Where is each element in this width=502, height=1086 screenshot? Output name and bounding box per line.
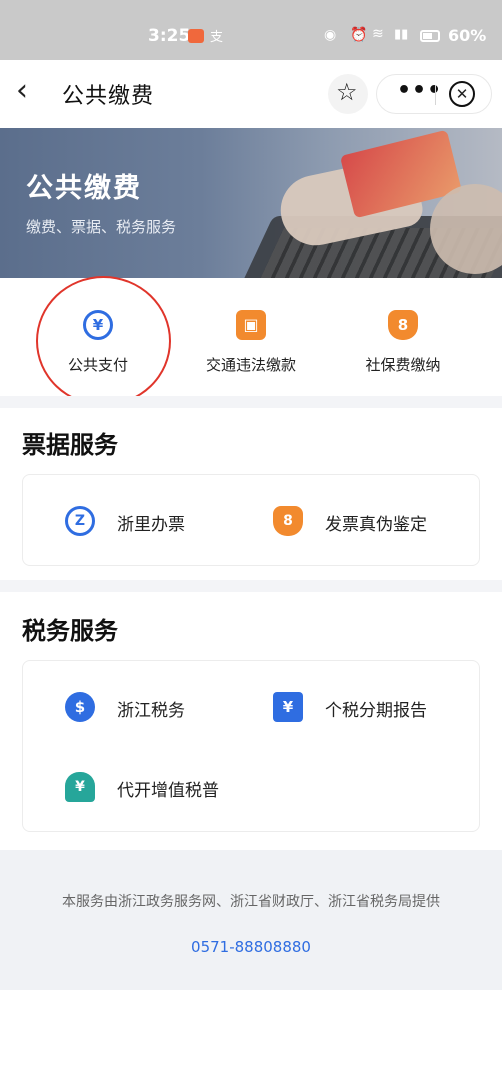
shield-person-icon: 8 — [273, 506, 303, 536]
service-label: 发票真伪鉴定 — [325, 515, 427, 535]
section-divider — [0, 396, 502, 408]
shield-person-icon: 8 — [388, 310, 418, 340]
status-time: 3:25 — [148, 26, 191, 46]
service-label: 浙江税务 — [117, 701, 185, 721]
banner-title: 公共缴费 — [26, 173, 142, 204]
footer: 本服务由浙江政务服务网、浙江省财政厅、浙江省税务局提供 0571-8880888… — [0, 850, 502, 990]
quick-action-social-insurance[interactable]: 8 社保费缴纳 — [323, 278, 483, 396]
car-icon: ▣ — [236, 310, 266, 340]
footer-phone-link[interactable]: 0571-88808880 — [0, 938, 502, 956]
tax-services-card: $ 浙江税务 ¥ 个税分期报告 ¥ 代开增值税普 — [22, 660, 480, 832]
banner: 公共缴费 缴费、票据、税务服务 — [0, 128, 502, 278]
banner-subtitle: 缴费、票据、税务服务 — [26, 218, 177, 236]
section-divider — [0, 580, 502, 592]
eye-icon: ◉ — [324, 27, 337, 43]
nav-bar: ‹ 公共缴费 ☆ ••• ✕ — [0, 60, 502, 128]
yen-ticket-icon: ¥ — [273, 692, 303, 722]
back-icon[interactable]: ‹ — [16, 76, 28, 106]
battery-icon — [420, 30, 440, 42]
section-title-tax: 税务服务 — [22, 617, 118, 645]
zheli-logo-icon: Z — [65, 506, 95, 536]
signal-icon: ▮▮ — [394, 27, 409, 42]
highlight-annotation-circle — [36, 276, 171, 406]
service-label: 个税分期报告 — [325, 701, 427, 721]
service-label: 浙里办票 — [117, 515, 185, 535]
tax-hand-icon: $ — [65, 692, 95, 722]
quick-action-label: 社保费缴纳 — [365, 356, 441, 374]
alarm-icon: ⏰ — [350, 27, 368, 43]
quick-action-traffic-fine[interactable]: ▣ 交通违法缴款 — [171, 278, 331, 396]
wifi-icon: ≋ — [372, 26, 384, 42]
quick-action-label: 交通违法缴款 — [205, 356, 296, 374]
service-label: 代开增值税普 — [117, 781, 219, 801]
page-title: 公共缴费 — [62, 84, 155, 109]
section-title-invoice: 票据服务 — [22, 431, 118, 459]
alipay-notification-icon: 支 — [210, 30, 224, 45]
mini-app-capsule: ••• ✕ — [376, 74, 492, 114]
status-bar: 3:25 支 ◉ ⏰ ≋ ▮▮ 60% — [0, 0, 502, 60]
house-yen-icon: ¥ — [65, 772, 95, 802]
capsule-divider — [435, 85, 436, 105]
invoice-services-card: Z 浙里办票 8 发票真伪鉴定 — [22, 474, 480, 566]
footer-provider-text: 本服务由浙江政务服务网、浙江省财政厅、浙江省税务局提供 — [62, 894, 440, 910]
weibo-notification-icon — [188, 29, 204, 43]
close-icon[interactable]: ✕ — [449, 81, 475, 107]
star-icon: ☆ — [336, 78, 358, 106]
favorite-button[interactable]: ☆ — [328, 74, 368, 114]
battery-percent: 60% — [448, 26, 487, 45]
